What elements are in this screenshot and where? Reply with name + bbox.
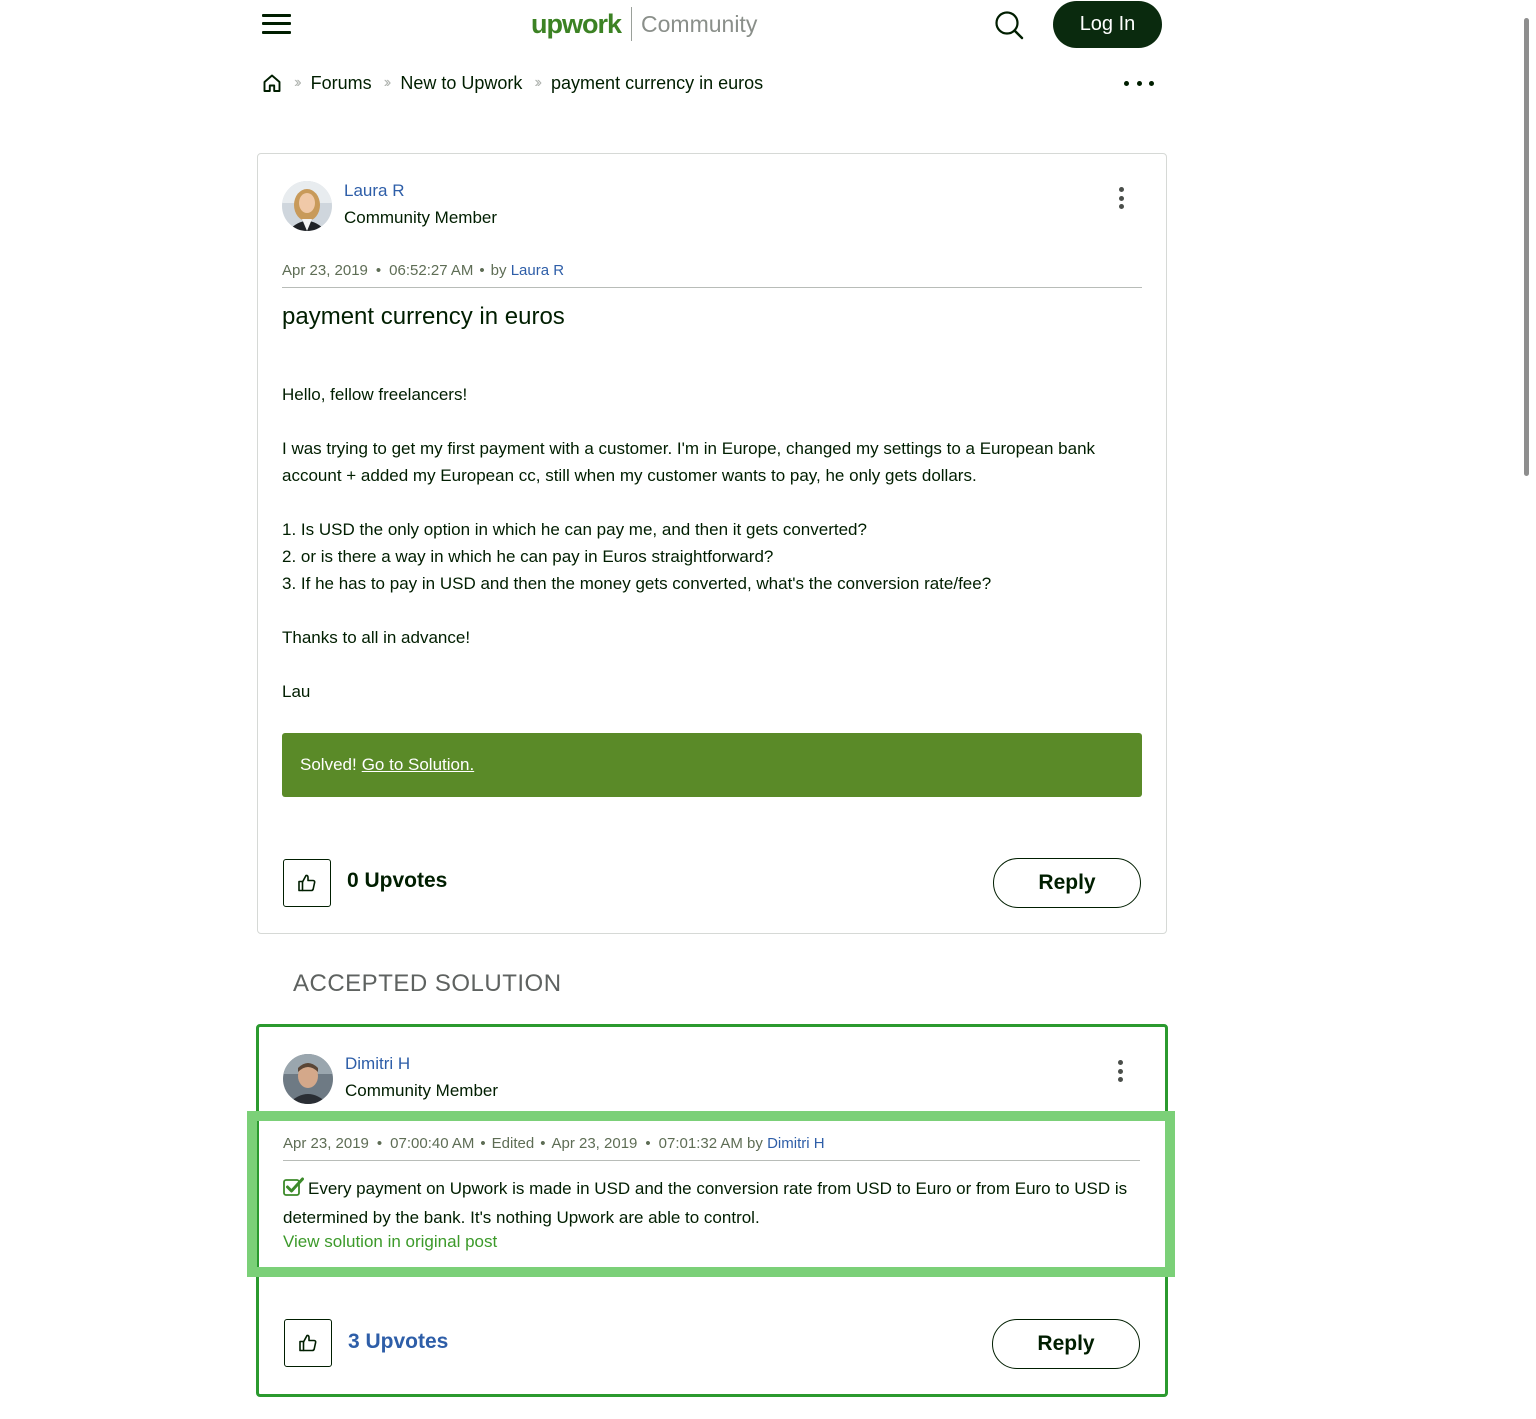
body-paragraph: 1. Is USD the only option in which he ca… (282, 520, 867, 539)
solution-meta: Apr 23, 2019 • 07:00:40 AM • Edited • Apr 23, … (283, 1135, 825, 1152)
post-date: Apr 23, 2019 (282, 262, 368, 279)
by-prefix: by (490, 262, 507, 279)
logo-section-label: Community (641, 10, 758, 37)
site-logo[interactable]: upwork Community (531, 6, 757, 42)
solution-date: Apr 23, 2019 (283, 1135, 369, 1152)
breadcrumb-separator: ›› (383, 74, 391, 91)
avatar[interactable] (282, 181, 332, 231)
upvote-count: 0 Upvotes (347, 869, 448, 892)
body-paragraph: 3. If he has to pay in USD and then the … (282, 574, 992, 593)
edited-date: Apr 23, 2019 (551, 1135, 638, 1152)
view-solution-link[interactable]: View solution in original post (283, 1232, 497, 1252)
logo-divider (631, 7, 633, 41)
author-name[interactable]: Dimitri H (345, 1054, 410, 1074)
breadcrumb-new-to-upwork[interactable]: New to Upwork (400, 73, 522, 94)
home-icon[interactable] (262, 73, 282, 93)
breadcrumb-separator: ›› (534, 74, 541, 91)
solution-body: Every payment on Upwork is made in USD a… (283, 1175, 1128, 1231)
upvote-count[interactable]: 3 Upvotes (348, 1330, 448, 1354)
author-role: Community Member (344, 208, 498, 227)
by-author-link[interactable]: Laura R (511, 262, 564, 279)
edited-time: 07:01:32 AM by (658, 1135, 763, 1152)
body-paragraph: Lau (282, 682, 311, 701)
divider (283, 1160, 1140, 1161)
post-time: 06:52:27 AM (389, 262, 474, 279)
breadcrumb-separator: ›› (294, 74, 301, 91)
body-paragraph: Thanks to all in advance! (282, 628, 471, 647)
body-paragraph: 2. or is there a way in which he can pay… (282, 547, 774, 566)
breadcrumb-current: payment currency in euros (551, 72, 764, 93)
author-name[interactable]: Laura R (344, 181, 404, 201)
author-role: Community Member (345, 1081, 499, 1100)
more-horizontal-icon[interactable] (1124, 72, 1154, 94)
login-button[interactable]: Log In (1053, 1, 1162, 48)
thumbs-up-icon (299, 1334, 317, 1352)
upvote-button[interactable] (283, 859, 331, 907)
scrollbar-thumb[interactable] (1524, 18, 1529, 476)
edited-label: Edited (491, 1135, 535, 1152)
solution-text: Every payment on Upwork is made in USD a… (283, 1179, 1128, 1227)
divider (282, 287, 1142, 288)
post-options-icon[interactable] (1117, 187, 1125, 209)
solved-banner: Solved! Go to Solution. (282, 733, 1142, 797)
breadcrumb-forums[interactable]: Forums (311, 73, 372, 94)
post-title: payment currency in euros (282, 303, 565, 330)
logo-brand: upwork (531, 8, 622, 39)
go-to-solution-link[interactable]: Go to Solution. (362, 755, 474, 775)
body-paragraph: I was trying to get my first payment wit… (282, 439, 1096, 485)
reply-button[interactable]: Reply (992, 1319, 1140, 1369)
accepted-solution-heading: ACCEPTED SOLUTION (293, 970, 562, 997)
thumbs-up-icon (298, 874, 316, 892)
hamburger-menu-icon[interactable] (262, 12, 291, 36)
by-author-link[interactable]: Dimitri H (767, 1135, 825, 1152)
solved-label: Solved! (300, 755, 357, 774)
post-options-icon[interactable] (1116, 1060, 1124, 1082)
reply-button[interactable]: Reply (993, 858, 1141, 908)
breadcrumb: ›› Forums ›› New to Upwork ›› payment cu… (262, 70, 763, 96)
post-body: Hello, fellow freelancers! I was trying … (282, 381, 1142, 705)
avatar[interactable] (283, 1054, 333, 1104)
body-paragraph: Hello, fellow freelancers! (282, 385, 468, 404)
checked-box-icon (283, 1177, 304, 1204)
search-icon[interactable] (993, 9, 1025, 41)
upvote-button[interactable] (284, 1319, 332, 1367)
post-meta: Apr 23, 2019 • 06:52:27 AM • by Laura R (282, 262, 565, 279)
solution-time: 07:00:40 AM (390, 1135, 475, 1152)
